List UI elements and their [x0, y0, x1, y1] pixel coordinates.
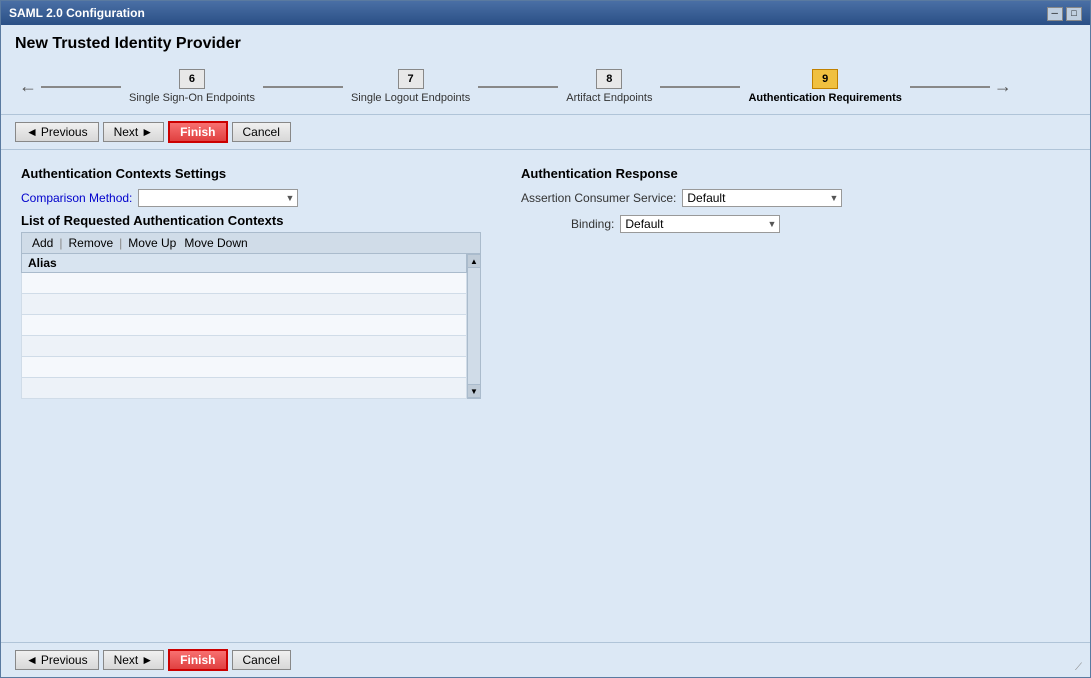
- right-panel: Authentication Response Assertion Consum…: [521, 166, 1070, 399]
- wizard-line-3: [478, 86, 558, 88]
- maximize-button[interactable]: □: [1066, 7, 1082, 21]
- table-wrapper: Alias: [21, 253, 481, 399]
- step-number-7: 7: [398, 69, 424, 89]
- top-cancel-button[interactable]: Cancel: [232, 122, 291, 142]
- minimize-button[interactable]: ─: [1047, 7, 1063, 21]
- auth-response-title: Authentication Response: [521, 166, 1070, 181]
- assertion-consumer-label: Assertion Consumer Service:: [521, 191, 676, 205]
- right-arrow-icon: →: [994, 76, 1012, 97]
- window-controls: ─ □: [1047, 5, 1082, 21]
- wizard-step-9: 9 Authentication Requirements: [748, 69, 901, 104]
- remove-button[interactable]: Remove: [64, 235, 117, 251]
- alias-column-header: Alias: [22, 254, 467, 273]
- bottom-next-button[interactable]: Next ►: [103, 650, 165, 670]
- scroll-up-button[interactable]: ▲: [467, 254, 481, 268]
- wizard-line-1: [41, 86, 121, 88]
- comparison-method-row: Comparison Method:: [21, 189, 481, 207]
- wizard-line-2: [263, 86, 343, 88]
- move-up-button[interactable]: Move Up: [124, 235, 180, 251]
- step-number-9: 9: [812, 69, 838, 89]
- resize-handle[interactable]: ⟋: [1075, 662, 1089, 676]
- wizard-line-5: [910, 86, 990, 88]
- page-header: New Trusted Identity Provider ← 6 Single…: [1, 25, 1090, 115]
- comparison-method-label: Comparison Method:: [21, 191, 132, 205]
- title-bar: SAML 2.0 Configuration ─ □: [1, 1, 1090, 25]
- table-row: [22, 378, 467, 399]
- content-area: Authentication Contexts Settings Compari…: [1, 150, 1090, 415]
- table-row: [22, 357, 467, 378]
- separator-2: |: [119, 236, 122, 250]
- left-arrow-icon: ←: [19, 76, 37, 97]
- left-panel: Authentication Contexts Settings Compari…: [21, 166, 481, 399]
- binding-label: Binding:: [571, 217, 614, 231]
- assertion-consumer-row: Assertion Consumer Service: Default: [521, 189, 1070, 207]
- wizard-line-4: [660, 86, 740, 88]
- page-title: New Trusted Identity Provider: [15, 35, 1076, 53]
- table-row: [22, 273, 467, 294]
- bottom-finish-button[interactable]: Finish: [168, 649, 227, 671]
- prev-arrow-icon: ◄: [26, 125, 38, 139]
- window-title: SAML 2.0 Configuration: [9, 6, 145, 20]
- step-number-8: 8: [596, 69, 622, 89]
- table-row: [22, 294, 467, 315]
- bottom-next-arrow-icon: ►: [141, 653, 153, 667]
- table-scrollbar[interactable]: ▲ ▼: [467, 253, 481, 399]
- footer-toolbar: ◄ Previous Next ► Finish Cancel: [1, 642, 1090, 677]
- binding-select-wrapper: Default: [620, 215, 780, 233]
- next-arrow-icon: ►: [141, 125, 153, 139]
- binding-select[interactable]: Default: [620, 215, 780, 233]
- assertion-consumer-select[interactable]: Default: [682, 189, 842, 207]
- separator-1: |: [59, 236, 62, 250]
- table-row: [22, 315, 467, 336]
- comparison-method-select[interactable]: [138, 189, 298, 207]
- top-previous-button[interactable]: ◄ Previous: [15, 122, 99, 142]
- assertion-consumer-select-wrapper: Default: [682, 189, 842, 207]
- auth-contexts-table: Alias: [21, 253, 467, 399]
- auth-contexts-title: Authentication Contexts Settings: [21, 166, 481, 181]
- bottom-cancel-button[interactable]: Cancel: [232, 650, 291, 670]
- wizard-steps: ← 6 Single Sign-On Endpoints 7 Single Lo…: [15, 63, 1076, 108]
- bottom-prev-arrow-icon: ◄: [26, 653, 38, 667]
- comparison-method-select-wrapper: [138, 189, 298, 207]
- scroll-down-button[interactable]: ▼: [467, 384, 481, 398]
- step-number-6: 6: [179, 69, 205, 89]
- bottom-previous-button[interactable]: ◄ Previous: [15, 650, 99, 670]
- wizard-step-6: 6 Single Sign-On Endpoints: [129, 69, 255, 104]
- list-section-title: List of Requested Authentication Context…: [21, 213, 481, 228]
- main-content: New Trusted Identity Provider ← 6 Single…: [1, 25, 1090, 677]
- wizard-step-8: 8 Artifact Endpoints: [566, 69, 652, 104]
- step-label-9: Authentication Requirements: [748, 92, 901, 104]
- wizard-step-7: 7 Single Logout Endpoints: [351, 69, 470, 104]
- binding-row: Binding: Default: [521, 215, 1070, 233]
- list-toolbar: Add | Remove | Move Up Move Down: [21, 232, 481, 253]
- step-label-6: Single Sign-On Endpoints: [129, 92, 255, 104]
- top-finish-button[interactable]: Finish: [168, 121, 227, 143]
- move-down-button[interactable]: Move Down: [180, 235, 251, 251]
- top-next-button[interactable]: Next ►: [103, 122, 165, 142]
- spacer: [1, 415, 1090, 642]
- add-button[interactable]: Add: [28, 235, 57, 251]
- top-toolbar: ◄ Previous Next ► Finish Cancel: [1, 115, 1090, 150]
- step-label-7: Single Logout Endpoints: [351, 92, 470, 104]
- step-label-8: Artifact Endpoints: [566, 92, 652, 104]
- table-row: [22, 336, 467, 357]
